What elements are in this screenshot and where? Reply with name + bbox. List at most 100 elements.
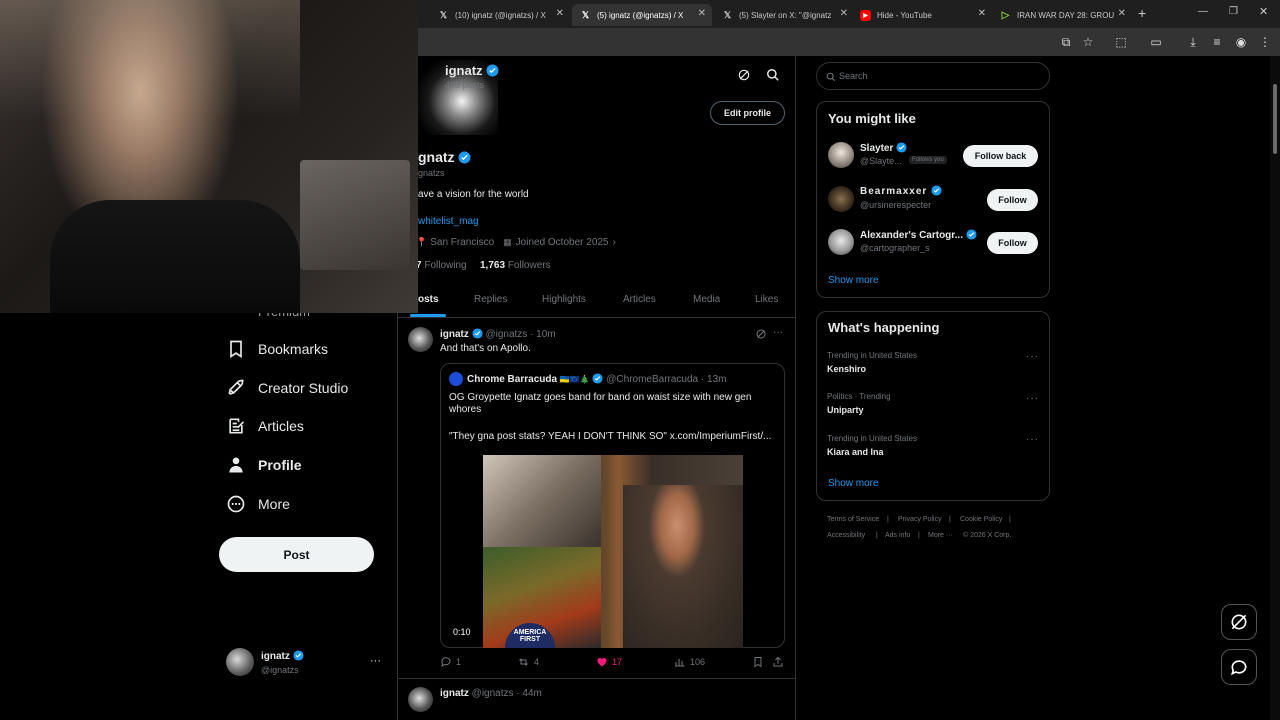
avatar[interactable] — [226, 648, 254, 676]
profile-link[interactable]: whitelist_mag — [418, 216, 479, 227]
repost-button[interactable]: 4 — [517, 656, 539, 668]
restore-icon[interactable]: ❐ — [1229, 6, 1238, 17]
page-scrollbar[interactable] — [1270, 56, 1280, 720]
suggestion-avatar[interactable] — [828, 142, 854, 168]
tweet-avatar[interactable] — [408, 687, 433, 712]
nav-item-profile[interactable]: Profile — [226, 451, 302, 479]
browser-menu-icon[interactable]: ⋮ — [1257, 34, 1273, 50]
tab-title: Hide - YouTube — [877, 10, 932, 20]
media-control-icon[interactable]: ≡ — [1209, 34, 1225, 50]
browser-tab[interactable]: 𝕏 (10) ignatz (@ignatzs) / X ✕ — [430, 4, 570, 26]
nav-item-creator-studio[interactable]: Creator Studio — [226, 374, 348, 402]
tweet-author-name[interactable]: ignatz — [440, 329, 469, 340]
tab-likes[interactable]: Likes — [755, 294, 778, 305]
views-button[interactable]: 106 — [674, 656, 705, 668]
search-icon[interactable] — [766, 68, 780, 82]
footer-terms[interactable]: Terms of Service — [827, 516, 879, 523]
grok-icon[interactable] — [755, 328, 767, 340]
suggestion-avatar[interactable] — [828, 229, 854, 255]
extensions-icon[interactable]: ⬚ — [1113, 34, 1129, 50]
account-name-text: ignatz — [261, 651, 290, 662]
trend-name[interactable]: Kenshiro — [827, 364, 866, 374]
close-tab-icon[interactable]: ✕ — [698, 8, 706, 19]
following-count[interactable]: 7 Following — [416, 260, 467, 271]
like-button[interactable]: 17 — [596, 656, 622, 668]
followers-count[interactable]: 1,763 Followers — [480, 260, 551, 271]
follow-button[interactable]: Follow — [987, 189, 1038, 211]
search-icon — [826, 72, 836, 82]
share-icon[interactable] — [772, 656, 784, 668]
footer-privacy[interactable]: Privacy Policy — [898, 516, 942, 523]
nav-label: More — [258, 496, 290, 512]
tweet-avatar[interactable] — [408, 327, 433, 352]
follow-button[interactable]: Follow — [987, 232, 1038, 254]
browser-tab-active[interactable]: 𝕏 (5) ignatz (@ignatzs) / X ✕ — [572, 4, 712, 26]
new-tab-button[interactable]: + — [1138, 5, 1146, 21]
account-icon[interactable]: ◉ — [1233, 34, 1249, 50]
suggestion-name[interactable]: Bearmaxxer — [860, 185, 942, 197]
browser-tab[interactable]: ▶ Hide - YouTube ✕ — [852, 4, 992, 26]
sidebar-icon[interactable]: ▭ — [1148, 34, 1164, 50]
account-name[interactable]: ignatz — [261, 650, 304, 662]
search-input[interactable]: Search — [816, 62, 1050, 90]
minimize-icon[interactable]: — — [1198, 6, 1208, 17]
bookmark-star-icon[interactable]: ☆ — [1080, 34, 1096, 50]
browser-tab[interactable]: ▷ IRAN WAR DAY 28: GROU ✕ — [992, 4, 1132, 26]
suggestion-name[interactable]: Slayter — [860, 142, 907, 154]
suggestion-name[interactable]: Alexander's Cartogr... — [860, 229, 977, 241]
footer-cookie[interactable]: Cookie Policy — [960, 516, 1002, 523]
tweet-time[interactable]: · 10m — [530, 329, 556, 340]
nav-item-more[interactable]: More — [226, 490, 290, 518]
download-icon[interactable]: ⤓ — [1185, 34, 1201, 50]
tweet-author-handle[interactable]: @ignatzs — [472, 688, 514, 699]
footer-ads-info[interactable]: Ads info — [885, 532, 910, 539]
close-tab-icon[interactable]: ✕ — [840, 8, 848, 19]
trend-name[interactable]: Kiara and Ina — [827, 447, 884, 457]
close-tab-icon[interactable]: ✕ — [556, 8, 564, 19]
post-button[interactable]: Post — [219, 537, 374, 572]
tab-posts[interactable]: osts — [418, 294, 439, 305]
tweet-more-icon[interactable]: ··· — [773, 327, 783, 338]
messages-button[interactable] — [1221, 649, 1257, 685]
browser-tab[interactable]: 𝕏 (5) Slayter on X: "@ignatz ✕ — [714, 4, 854, 26]
nav-item-bookmarks[interactable]: Bookmarks — [226, 335, 328, 363]
trend-more-icon[interactable]: ··· — [1026, 434, 1039, 445]
close-tab-icon[interactable]: ✕ — [1118, 8, 1126, 19]
views-chart-icon — [675, 659, 685, 667]
follow-back-button[interactable]: Follow back — [963, 145, 1038, 167]
trend-more-icon[interactable]: ··· — [1026, 351, 1039, 362]
tweet-author-handle[interactable]: @ignatzs — [485, 329, 527, 340]
grok-button[interactable] — [1221, 604, 1257, 640]
trend-more-icon[interactable]: ··· — [1026, 393, 1039, 404]
chevron-right-icon[interactable]: › — [613, 237, 616, 248]
grok-refresh-icon[interactable] — [737, 68, 751, 82]
edit-profile-button[interactable]: Edit profile — [710, 101, 785, 125]
tweet-author-name[interactable]: ignatz — [440, 688, 469, 699]
scrollbar-thumb[interactable] — [1273, 84, 1277, 154]
close-tab-icon[interactable]: ✕ — [978, 8, 986, 19]
footer-accessibility[interactable]: Accessibility — [827, 532, 865, 539]
tweet-divider — [398, 678, 795, 679]
nav-item-articles[interactable]: Articles — [226, 412, 304, 440]
tab-media[interactable]: Media — [693, 294, 720, 305]
reply-button[interactable]: 1 — [440, 656, 461, 668]
window-close-icon[interactable]: ✕ — [1259, 5, 1268, 18]
trend-name[interactable]: Uniparty — [827, 405, 864, 415]
install-app-icon[interactable]: ⧉ — [1058, 34, 1074, 50]
suggestion-handle: @Slayte... — [860, 156, 902, 166]
account-menu-icon[interactable]: ··· — [370, 655, 381, 667]
footer-more[interactable]: More ··· — [928, 532, 953, 539]
tab-articles[interactable]: Articles — [623, 294, 656, 305]
show-more-link[interactable]: Show more — [828, 478, 879, 489]
suggestion-avatar[interactable] — [828, 186, 854, 212]
footer-separator: | — [876, 532, 878, 539]
tab-title: (5) ignatz (@ignatzs) / X — [597, 10, 684, 20]
video-thumbnail[interactable]: AMERICA FIRST — [483, 455, 743, 648]
posts-count: 495 posts — [445, 80, 485, 90]
tab-replies[interactable]: Replies — [474, 294, 507, 305]
bookmark-icon[interactable] — [752, 656, 764, 668]
tab-highlights[interactable]: Highlights — [542, 294, 586, 305]
heart-icon — [597, 658, 607, 667]
show-more-link[interactable]: Show more — [828, 275, 879, 286]
tweet-time[interactable]: · 44m — [516, 688, 542, 699]
